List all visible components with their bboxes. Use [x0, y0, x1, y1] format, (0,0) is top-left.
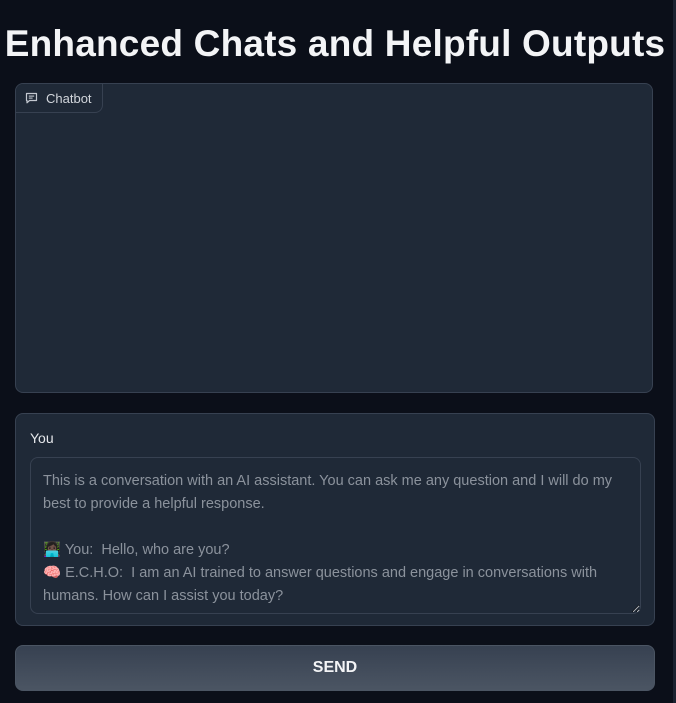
- input-label: You: [30, 430, 54, 446]
- send-button[interactable]: SEND: [15, 645, 655, 691]
- message-input-block: You This is a conversation with an AI as…: [15, 413, 655, 626]
- chatbot-panel: Chatbot: [15, 83, 653, 393]
- chatbot-label-text: Chatbot: [46, 90, 92, 106]
- chat-bubble-icon: [25, 92, 38, 104]
- message-input[interactable]: This is a conversation with an AI assist…: [30, 457, 641, 614]
- page-title: Enhanced Chats and Helpful Outputs: [4, 23, 666, 64]
- chatbot-label-badge: Chatbot: [16, 84, 103, 113]
